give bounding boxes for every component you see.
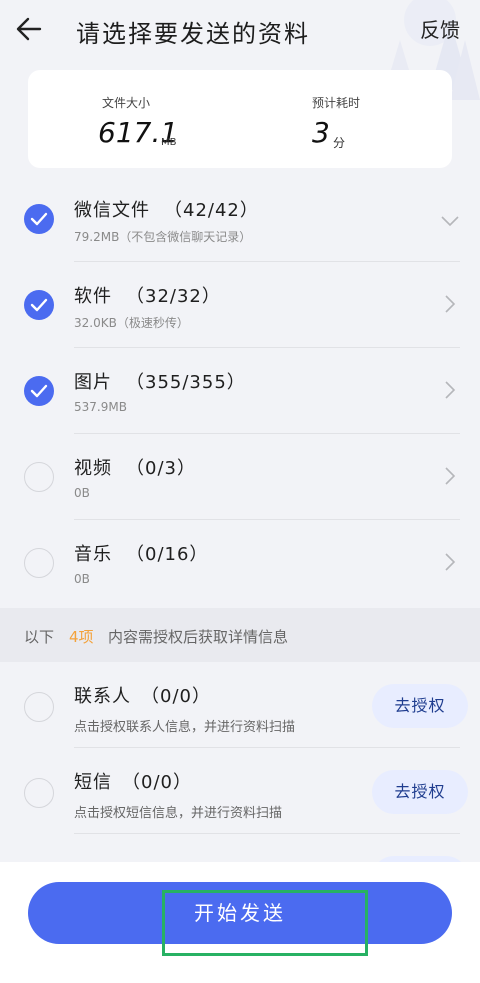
file-size-label: 文件大小 xyxy=(102,96,151,110)
banner-count: 4项 xyxy=(69,628,94,646)
file-size-unit: MB xyxy=(161,137,177,148)
list-item-partial xyxy=(0,834,480,862)
item-subtitle: 点击授权短信信息，并进行资料扫描 xyxy=(74,806,283,821)
checkbox-checked[interactable] xyxy=(24,376,54,406)
chevron-right-icon[interactable] xyxy=(442,552,458,572)
chevron-down-icon[interactable] xyxy=(440,214,460,228)
checkbox-unchecked[interactable] xyxy=(24,692,54,722)
item-name: 图片 （355/355） xyxy=(74,372,246,393)
header: 请选择要发送的资料 反馈 xyxy=(0,0,480,100)
chevron-right-icon[interactable] xyxy=(442,294,458,314)
item-subtitle: 0B xyxy=(74,486,90,500)
estimated-time-label: 预计耗时 xyxy=(312,96,361,110)
item-name: 联系人 （0/0） xyxy=(74,686,211,707)
item-name: 视频 （0/3） xyxy=(74,458,196,479)
summary-card: 文件大小 617.1 MB 预计耗时 3 分 xyxy=(28,70,452,168)
checkbox-unchecked[interactable] xyxy=(24,778,54,808)
checkbox-checked[interactable] xyxy=(24,290,54,320)
item-name: 软件 （32/32） xyxy=(74,286,221,307)
estimated-time-unit: 分 xyxy=(333,136,346,150)
list-item-sms[interactable]: 短信 （0/0） 点击授权短信信息，并进行资料扫描 去授权 xyxy=(0,748,480,834)
item-subtitle: 0B xyxy=(74,572,90,586)
permission-banner: 以下 4项 内容需授权后获取详情信息 xyxy=(0,608,480,662)
item-subtitle: 点击授权联系人信息，并进行资料扫描 xyxy=(74,720,296,735)
feedback-button[interactable]: 反馈 xyxy=(420,14,460,43)
list-item-images[interactable]: 图片 （355/355） 537.9MB xyxy=(0,348,480,434)
list-item-software[interactable]: 软件 （32/32） 32.0KB（极速秒传） xyxy=(0,262,480,348)
checkbox-unchecked[interactable] xyxy=(24,462,54,492)
item-name: 音乐 （0/16） xyxy=(74,544,209,565)
estimated-time-value: 3 xyxy=(312,116,330,149)
list-item-wechat-files[interactable]: 微信文件 （42/42） 79.2MB（不包含微信聊天记录） xyxy=(0,176,480,262)
banner-prefix: 以下 xyxy=(24,628,55,646)
chevron-right-icon[interactable] xyxy=(442,380,458,400)
authorize-button[interactable]: 去授权 xyxy=(372,770,468,814)
highlight-box xyxy=(162,890,368,956)
back-arrow-icon[interactable] xyxy=(14,14,44,44)
checkbox-unchecked[interactable] xyxy=(24,548,54,578)
category-list: 微信文件 （42/42） 79.2MB（不包含微信聊天记录） 软件 （32/32） … xyxy=(0,176,480,606)
page-title: 请选择要发送的资料 xyxy=(76,20,310,48)
item-subtitle: 537.9MB xyxy=(74,400,127,414)
list-item-contacts[interactable]: 联系人 （0/0） 点击授权联系人信息，并进行资料扫描 去授权 xyxy=(0,662,480,748)
item-name: 短信 （0/0） xyxy=(74,772,192,793)
banner-suffix: 内容需授权后获取详情信息 xyxy=(108,628,289,646)
chevron-right-icon[interactable] xyxy=(442,466,458,486)
checkbox-checked[interactable] xyxy=(24,204,54,234)
authorize-button[interactable]: 去授权 xyxy=(372,684,468,728)
list-item-videos[interactable]: 视频 （0/3） 0B xyxy=(0,434,480,520)
item-name: 微信文件 （42/42） xyxy=(74,200,259,221)
item-subtitle: 32.0KB（极速秒传） xyxy=(74,316,189,330)
item-subtitle: 79.2MB（不包含微信聊天记录） xyxy=(74,230,252,244)
list-item-music[interactable]: 音乐 （0/16） 0B xyxy=(0,520,480,606)
